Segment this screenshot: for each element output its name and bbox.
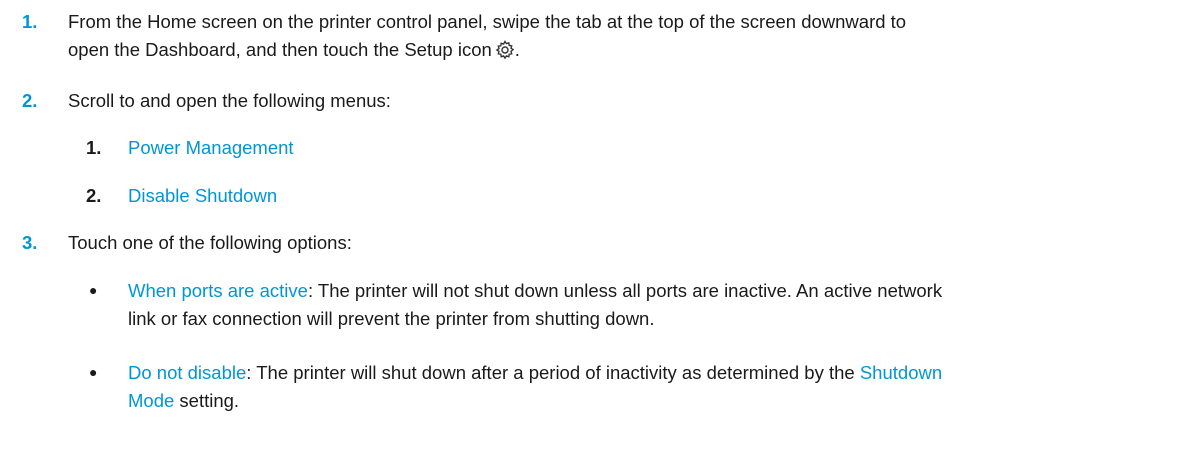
step-1-text-line-1: From the Home screen on the printer cont… <box>68 11 907 32</box>
step-1-text-line-2: open the Dashboard, and then touch the S… <box>68 36 520 63</box>
option-1-description-line-2: link or fax connection will prevent the … <box>128 308 655 329</box>
menu-disable-shutdown: Disable Shutdown <box>128 185 278 206</box>
step-1-text: open the Dashboard, and then touch the S… <box>68 39 492 60</box>
option-1-description: : The printer will not shut down unless … <box>307 280 943 301</box>
option-2-description: : The printer will shut down after a per… <box>246 362 855 383</box>
step-number-1: 1. <box>22 11 38 32</box>
menu-power-management: Power Management <box>128 137 294 158</box>
bullet-icon: ● <box>89 282 98 298</box>
step-2-text: Scroll to and open the following menus: <box>68 90 391 111</box>
option-term-when-ports-active: When ports are active <box>128 280 308 301</box>
step-number-3: 3. <box>22 232 38 253</box>
gear-icon <box>495 40 515 60</box>
submenu-number-2: 2. <box>86 185 102 206</box>
step-number-2: 2. <box>22 90 38 111</box>
option-2-description-end: setting. <box>174 390 240 411</box>
submenu-number-1: 1. <box>86 137 102 158</box>
option-when-ports-active-line-1: When ports are active: The printer will … <box>128 277 942 304</box>
shutdown-mode-link-part-1: Shutdown <box>859 362 943 383</box>
option-term-do-not-disable: Do not disable <box>128 362 247 383</box>
step-1-period: . <box>514 39 520 60</box>
shutdown-mode-link-part-2: Mode <box>128 390 175 411</box>
bullet-icon: ● <box>89 364 98 380</box>
option-do-not-disable-line-1: Do not disable: The printer will shut do… <box>128 359 942 386</box>
option-do-not-disable-line-2: Mode setting. <box>128 387 239 414</box>
step-3-text: Touch one of the following options: <box>68 232 352 253</box>
